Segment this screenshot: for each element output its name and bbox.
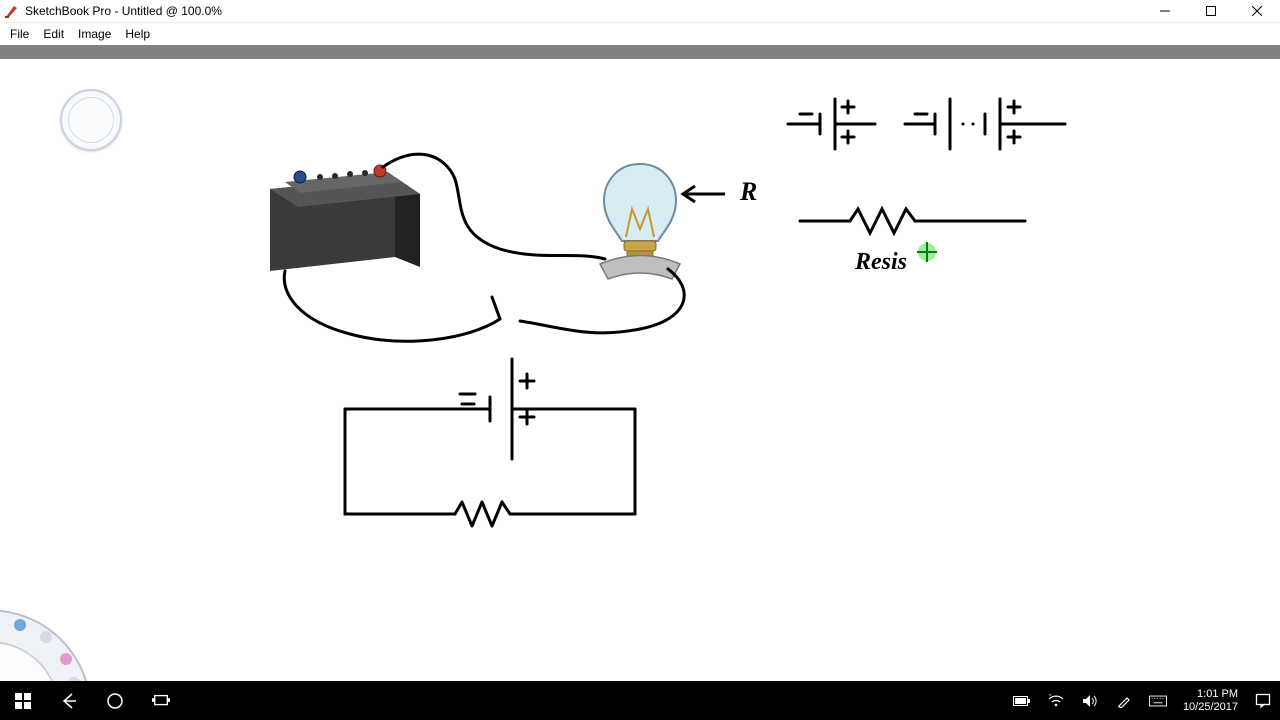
clock-date: 10/25/2017 (1183, 701, 1238, 714)
clock-time: 1:01 PM (1183, 688, 1238, 701)
cell-symbol-double (905, 99, 1065, 149)
back-button[interactable] (60, 692, 78, 710)
resistor-symbol (800, 209, 1025, 233)
bulb-arrow-label (683, 186, 725, 202)
battery-icon[interactable] (1013, 692, 1031, 710)
task-view-button[interactable] (152, 692, 170, 710)
battery-image (270, 165, 420, 271)
canvas[interactable]: R Resis (0, 59, 1280, 681)
menu-help[interactable]: Help (119, 25, 156, 43)
lightbulb-image (600, 164, 680, 279)
menu-image[interactable]: Image (72, 25, 117, 43)
wifi-icon[interactable]: * (1047, 692, 1065, 710)
schematic-circuit (345, 359, 635, 526)
window-title: SketchBook Pro - Untitled @ 100.0% (25, 4, 222, 18)
cortana-button[interactable] (106, 692, 124, 710)
volume-icon[interactable] (1081, 692, 1099, 710)
app-icon (4, 3, 20, 19)
system-tray: * 1:01 PM 10/25/2017 (1013, 688, 1272, 714)
label-resistor: Resis (855, 249, 907, 276)
label-r: R (740, 177, 757, 207)
taskbar: * 1:01 PM 10/25/2017 (0, 681, 1280, 720)
cell-symbol-single (788, 99, 875, 149)
start-button[interactable] (14, 692, 32, 710)
tool-strip (0, 45, 1280, 59)
taskbar-clock[interactable]: 1:01 PM 10/25/2017 (1183, 688, 1238, 714)
maximize-button[interactable] (1188, 0, 1234, 22)
menu-edit[interactable]: Edit (37, 25, 70, 43)
titlebar: SketchBook Pro - Untitled @ 100.0% (0, 0, 1280, 23)
menu-file[interactable]: File (4, 25, 35, 43)
minimize-button[interactable] (1142, 0, 1188, 22)
menubar: File Edit Image Help (0, 23, 1280, 45)
window-controls (1142, 0, 1280, 22)
keyboard-icon[interactable] (1149, 692, 1167, 710)
drawing-layer (0, 59, 1280, 681)
close-button[interactable] (1234, 0, 1280, 22)
pen-icon[interactable] (1115, 692, 1133, 710)
notifications-icon[interactable] (1254, 692, 1272, 710)
